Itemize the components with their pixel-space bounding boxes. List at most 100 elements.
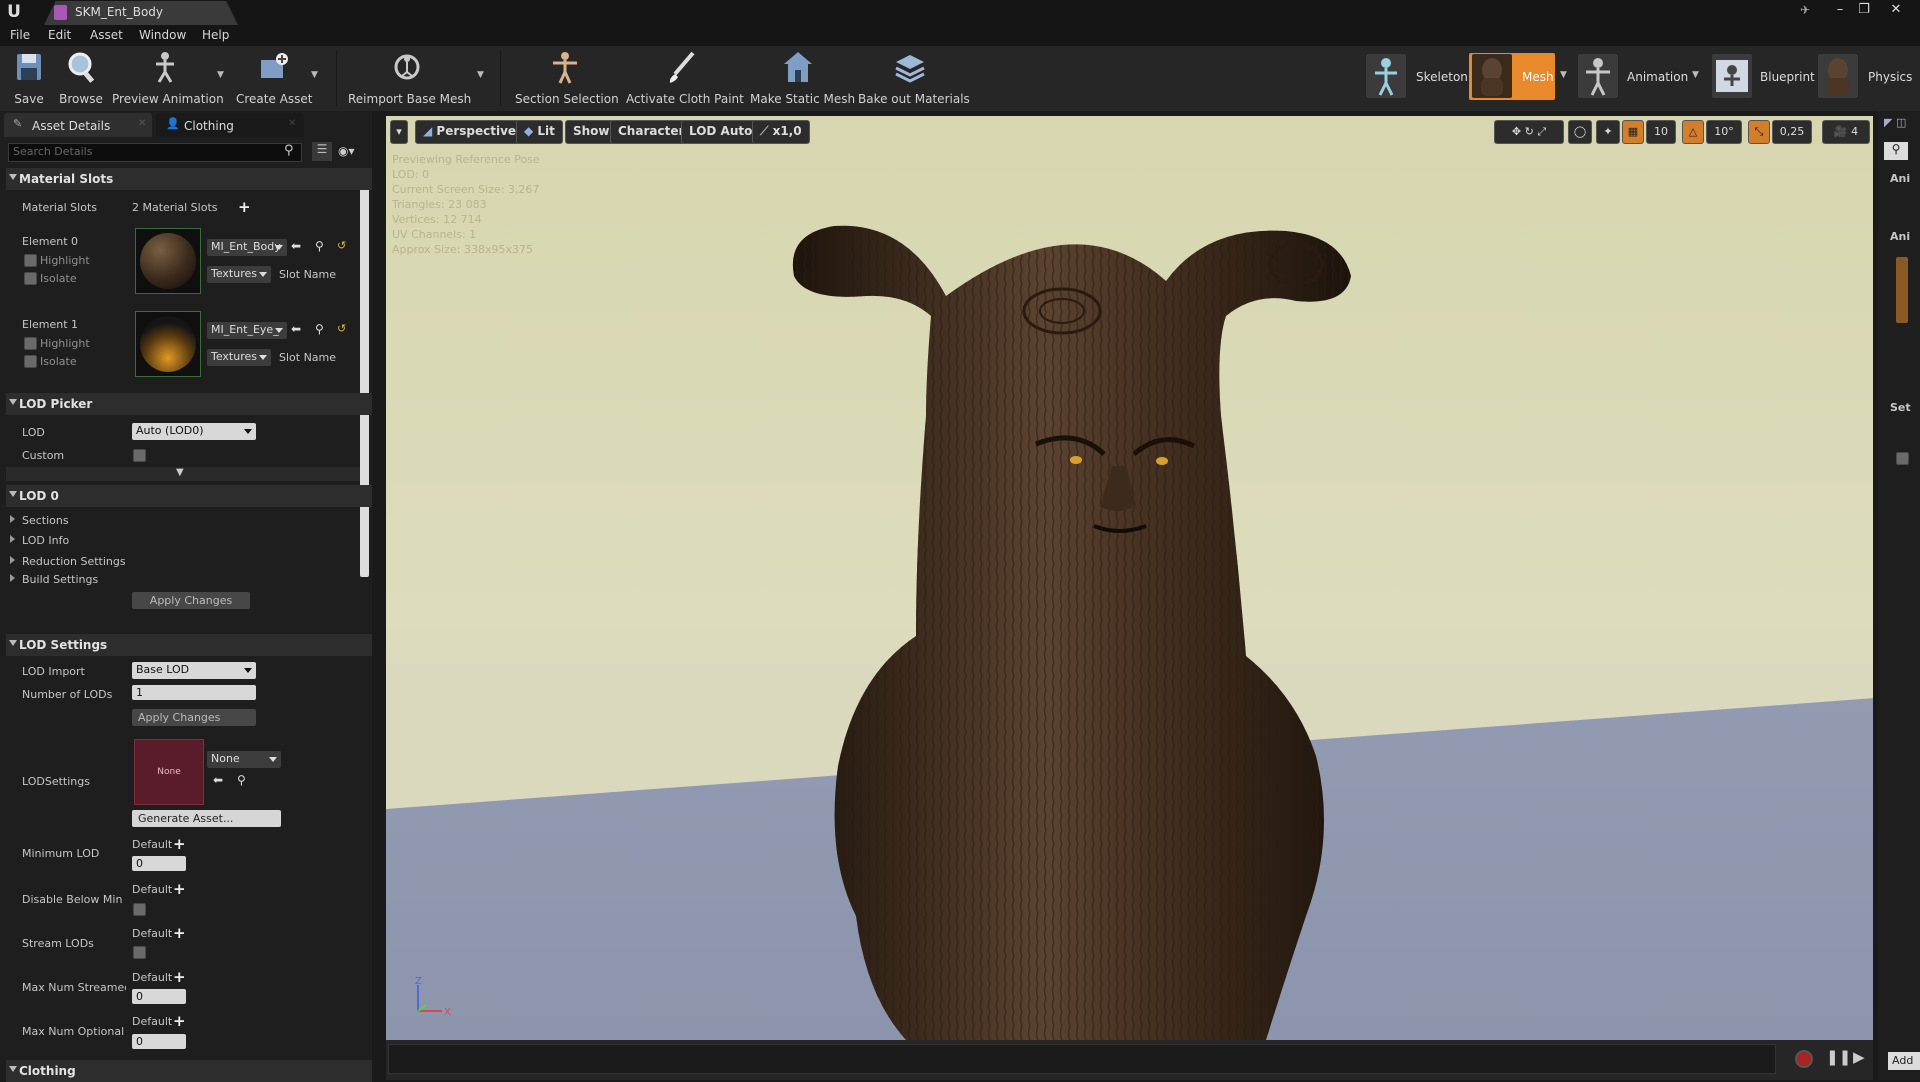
lod-auto-button[interactable]: LOD Auto bbox=[681, 120, 761, 144]
lod0-reduction-settings[interactable]: Reduction Settings bbox=[22, 555, 126, 568]
preview-animation-button[interactable]: Preview Animation bbox=[112, 48, 224, 110]
right-section-label[interactable]: Ani bbox=[1890, 230, 1910, 243]
timeline-track[interactable] bbox=[388, 1044, 1776, 1074]
maximize-button[interactable]: ❐ bbox=[1854, 2, 1874, 18]
use-selected-asset-icon[interactable]: ⬅ bbox=[291, 239, 301, 253]
max-num-streamed-add-button[interactable]: + bbox=[173, 970, 186, 985]
right-section-label[interactable]: Set bbox=[1890, 401, 1911, 414]
add-button[interactable]: Add bbox=[1888, 1052, 1920, 1070]
stream-lods-add-button[interactable]: + bbox=[173, 926, 186, 941]
element-1-highlight-checkbox[interactable] bbox=[24, 337, 37, 350]
disable-below-min-lod-add-button[interactable]: + bbox=[173, 882, 186, 897]
blueprint-mode-label[interactable]: Blueprint bbox=[1760, 70, 1815, 84]
menu-file[interactable]: File bbox=[10, 28, 30, 42]
element-1-textures-combo[interactable]: Textures bbox=[207, 349, 271, 366]
number-of-lods-input[interactable]: 1 bbox=[132, 685, 256, 700]
viewport-options-button[interactable]: ▾ bbox=[390, 120, 408, 144]
lod0-apply-changes-button[interactable]: Apply Changes bbox=[132, 592, 250, 609]
pause-icon[interactable]: ❚❚ bbox=[1826, 1048, 1851, 1066]
grid-snap-icon[interactable]: ▦ bbox=[1622, 120, 1644, 144]
lod0-lod-info[interactable]: LOD Info bbox=[22, 534, 69, 547]
animation-mode-label[interactable]: Animation bbox=[1627, 70, 1688, 84]
right-section-label[interactable]: Ani bbox=[1890, 172, 1910, 185]
browse-button[interactable]: Browse bbox=[58, 48, 104, 110]
view-options-icon[interactable]: ☰ bbox=[312, 142, 332, 161]
menu-edit[interactable]: Edit bbox=[48, 28, 71, 42]
lod0-sections[interactable]: Sections bbox=[22, 514, 69, 527]
lod-settings-apply-changes-button[interactable]: Apply Changes bbox=[132, 709, 256, 726]
lodsettings-thumbnail[interactable]: None bbox=[134, 739, 204, 805]
panel-tab-icons[interactable]: ◤ ◫ bbox=[1884, 116, 1914, 130]
stream-lods-checkbox[interactable] bbox=[133, 946, 146, 959]
element-0-material-thumbnail[interactable] bbox=[135, 228, 201, 294]
max-num-streamed-input[interactable]: 0 bbox=[132, 989, 186, 1004]
scale-snap-value[interactable]: 0,25 bbox=[1772, 120, 1812, 144]
material-slots-header[interactable]: Material Slots bbox=[6, 168, 372, 190]
right-search-icon[interactable]: ⚲ bbox=[1884, 142, 1908, 160]
minimum-lod-input[interactable]: 0 bbox=[132, 856, 186, 871]
surface-snap-icon[interactable]: ✦ bbox=[1596, 120, 1620, 144]
rotation-snap-value[interactable]: 10° bbox=[1706, 120, 1742, 144]
animation-mode-dropdown-icon[interactable]: ▼ bbox=[1692, 70, 1699, 80]
lod-picker-header[interactable]: LOD Picker bbox=[6, 393, 372, 415]
lod0-header[interactable]: LOD 0 bbox=[6, 485, 372, 507]
blueprint-mode-icon[interactable] bbox=[1712, 54, 1752, 98]
close-tab-icon[interactable]: ✕ bbox=[288, 118, 296, 129]
section-selection-button[interactable]: Section Selection bbox=[515, 48, 619, 110]
menu-asset[interactable]: Asset bbox=[90, 28, 123, 42]
save-button[interactable]: Save bbox=[10, 48, 48, 110]
minimum-lod-add-button[interactable]: + bbox=[173, 837, 186, 852]
close-tab-icon[interactable]: ✕ bbox=[138, 118, 146, 129]
reimport-base-mesh-button[interactable]: Reimport Base Mesh bbox=[348, 48, 471, 110]
use-selected-asset-icon[interactable]: ⬅ bbox=[291, 322, 301, 336]
details-scrollbar[interactable] bbox=[360, 168, 369, 577]
clothing-header[interactable]: Clothing bbox=[6, 1060, 372, 1082]
browse-asset-icon[interactable]: ⚲ bbox=[315, 322, 324, 336]
element-1-isolate-checkbox[interactable] bbox=[24, 355, 37, 368]
mesh-mode-dropdown-icon[interactable]: ▼ bbox=[1560, 70, 1567, 80]
camera-speed-button[interactable]: 🎥 4 bbox=[1822, 120, 1870, 144]
perspective-button[interactable]: ◢ Perspective bbox=[415, 120, 525, 144]
physics-mode-icon[interactable] bbox=[1818, 54, 1858, 98]
element-0-textures-combo[interactable]: Textures bbox=[207, 266, 271, 283]
search-icon[interactable]: ⚲ bbox=[284, 143, 294, 158]
grid-snap-value[interactable]: 10 bbox=[1646, 120, 1676, 144]
activate-cloth-paint-button[interactable]: Activate Cloth Paint bbox=[626, 48, 744, 110]
disable-below-min-lod-checkbox[interactable] bbox=[133, 903, 146, 916]
lit-button[interactable]: ◆ Lit bbox=[516, 120, 563, 144]
close-button[interactable]: ✕ bbox=[1886, 2, 1906, 18]
record-button[interactable] bbox=[1795, 1050, 1813, 1068]
element-0-highlight-checkbox[interactable] bbox=[24, 254, 37, 267]
lodsettings-asset-combo[interactable]: None bbox=[207, 751, 281, 768]
skeleton-mode-label[interactable]: Skeleton bbox=[1416, 70, 1468, 84]
physics-mode-label[interactable]: Physics bbox=[1868, 70, 1912, 84]
menu-window[interactable]: Window bbox=[139, 28, 186, 42]
viewport[interactable] bbox=[386, 116, 1873, 1040]
right-slider[interactable] bbox=[1896, 257, 1908, 323]
visibility-eye-icon[interactable]: ◉▾ bbox=[338, 144, 355, 158]
minimize-button[interactable]: – bbox=[1830, 2, 1850, 18]
lod-select[interactable]: Auto (LOD0) bbox=[132, 423, 256, 440]
reset-to-default-icon[interactable]: ↺ bbox=[337, 239, 346, 252]
lod-settings-header[interactable]: LOD Settings bbox=[6, 634, 372, 656]
menu-help[interactable]: Help bbox=[202, 28, 229, 42]
notification-icon[interactable]: ✈ bbox=[1800, 3, 1816, 17]
element-0-isolate-checkbox[interactable] bbox=[24, 272, 37, 285]
element-1-material-thumbnail[interactable] bbox=[135, 311, 201, 377]
custom-lod-checkbox[interactable] bbox=[133, 449, 146, 462]
max-num-optional-add-button[interactable]: + bbox=[173, 1014, 186, 1029]
create-asset-button[interactable]: Create Asset bbox=[236, 48, 313, 110]
element-1-material-combo[interactable]: MI_Ent_Eye_ bbox=[207, 322, 287, 339]
make-static-mesh-button[interactable]: Make Static Mesh bbox=[750, 48, 855, 110]
reimport-dropdown-icon[interactable]: ▼ bbox=[477, 70, 484, 80]
animation-mode-icon[interactable] bbox=[1578, 54, 1618, 98]
use-selected-asset-icon[interactable]: ⬅ bbox=[213, 773, 223, 787]
generate-asset-button[interactable]: Generate Asset... bbox=[132, 810, 281, 827]
right-checkbox[interactable] bbox=[1896, 452, 1909, 465]
browse-asset-icon[interactable]: ⚲ bbox=[237, 773, 246, 787]
playback-speed-button[interactable]: ⟋ x1,0 bbox=[752, 120, 810, 144]
create-asset-dropdown-icon[interactable]: ▼ bbox=[311, 70, 318, 80]
skeleton-mode-icon[interactable] bbox=[1366, 54, 1406, 98]
bake-out-materials-button[interactable]: Bake out Materials bbox=[858, 48, 970, 110]
element-0-material-combo[interactable]: MI_Ent_Body bbox=[207, 239, 287, 256]
